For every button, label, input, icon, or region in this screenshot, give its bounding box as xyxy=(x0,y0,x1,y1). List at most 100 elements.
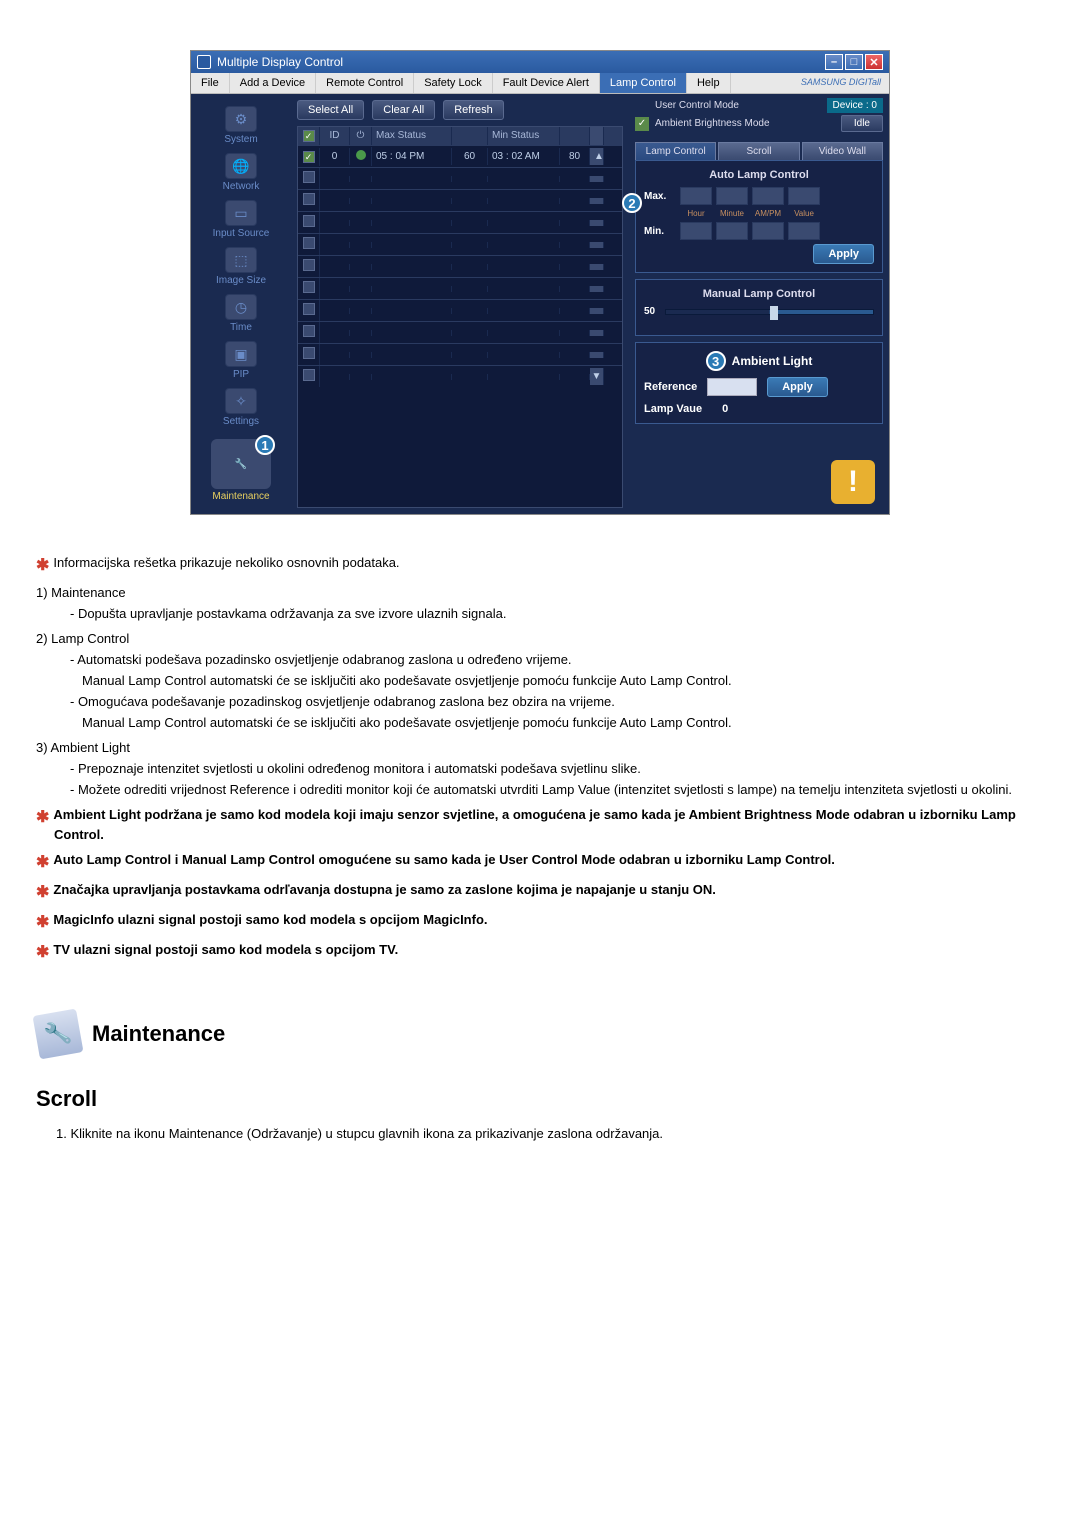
tab-lamp-control[interactable]: Lamp Control xyxy=(635,142,716,160)
manual-lamp-value: 50 xyxy=(644,306,655,317)
menu-add-device[interactable]: Add a Device xyxy=(230,73,316,93)
document-body: ✱ Informacijska rešetka prikazuje nekolik… xyxy=(36,555,1044,1141)
row-checkbox[interactable] xyxy=(303,281,315,293)
header-checkbox[interactable] xyxy=(303,130,315,142)
sidebar-item-image-size[interactable]: ⬚ Image Size xyxy=(216,245,266,288)
sidebar: ⚙ System 🌐 Network ▭ Input Source ⬚ Imag… xyxy=(191,94,291,514)
ambient-light-section: 3 Ambient Light Reference Apply Lamp Vau… xyxy=(635,342,883,424)
sidebar-item-settings[interactable]: ✧ Settings xyxy=(223,386,259,429)
row-checkbox[interactable] xyxy=(303,303,315,315)
app-icon xyxy=(197,55,211,69)
row-checkbox[interactable] xyxy=(303,369,315,381)
sidebar-item-pip[interactable]: ▣ PIP xyxy=(225,339,257,382)
row-checkbox[interactable] xyxy=(303,347,315,359)
menu-safety-lock[interactable]: Safety Lock xyxy=(414,73,492,93)
scroll-heading: Scroll xyxy=(36,1086,1044,1112)
grid-scrollbar[interactable]: ▲ xyxy=(590,148,604,165)
mdc-screenshot: Multiple Display Control – □ ✕ File Add … xyxy=(190,50,890,515)
maintenance-section-icon: 🔧 xyxy=(33,1009,84,1060)
row-checkbox[interactable] xyxy=(303,171,315,183)
row-min-status: 03 : 02 AM xyxy=(488,148,560,165)
callout-3-badge: 3 xyxy=(706,351,726,371)
reference-select[interactable] xyxy=(707,378,757,396)
row-checkbox[interactable] xyxy=(303,259,315,271)
mode-checkbox-icon[interactable]: ✓ xyxy=(635,117,649,131)
row-checkbox[interactable] xyxy=(303,193,315,205)
tab-video-wall[interactable]: Video Wall xyxy=(802,142,883,160)
min-ampm-input[interactable] xyxy=(752,222,784,240)
row-checkbox[interactable] xyxy=(303,151,315,163)
sidebar-item-label: Maintenance xyxy=(212,491,269,502)
manual-lamp-slider[interactable] xyxy=(665,309,874,315)
sidebar-item-maintenance[interactable]: 🔧 1 Maintenance xyxy=(211,433,271,504)
max-hour-input[interactable] xyxy=(680,187,712,205)
col-id-header: ID xyxy=(320,127,350,145)
select-all-button[interactable]: Select All xyxy=(297,100,364,120)
note-text: Značajka upravljanja postavkama odrľavan… xyxy=(53,882,715,897)
note-text: TV ulazni signal postoji samo kod modela… xyxy=(53,942,398,957)
maximize-icon[interactable]: □ xyxy=(845,54,863,70)
window-title: Multiple Display Control xyxy=(217,55,343,69)
menu-remote-control[interactable]: Remote Control xyxy=(316,73,414,93)
min-minute-input[interactable] xyxy=(716,222,748,240)
row-checkbox[interactable] xyxy=(303,237,315,249)
col-max-status-header: Max Status xyxy=(372,127,452,145)
bullet: - Automatski podešava pozadinsko osvjetl… xyxy=(70,652,1044,667)
sidebar-item-input-source[interactable]: ▭ Input Source xyxy=(213,198,270,241)
idle-status-badge: Idle xyxy=(841,115,883,132)
note-text: MagicInfo ulazni signal postoji samo kod… xyxy=(53,912,487,927)
ambient-apply-button[interactable]: Apply xyxy=(767,377,828,397)
note-text: Auto Lamp Control i Manual Lamp Control … xyxy=(53,852,835,867)
system-icon: ⚙ xyxy=(225,106,257,132)
time-icon: ◷ xyxy=(225,294,257,320)
star-icon: ✱ xyxy=(36,944,49,961)
bullet: - Možete odrediti vrijednost Reference i… xyxy=(70,782,1044,797)
callout-1-badge: 1 xyxy=(255,435,275,455)
close-icon[interactable]: ✕ xyxy=(865,54,883,70)
menu-lamp-control[interactable]: Lamp Control xyxy=(600,73,687,93)
heading-maintenance: 1) Maintenance xyxy=(36,585,1044,600)
lamp-value: 0 xyxy=(722,403,728,415)
reference-label: Reference xyxy=(644,381,697,393)
bullet: - Prepoznaje intenzitet svjetlosti u oko… xyxy=(70,761,1044,776)
sidebar-item-system[interactable]: ⚙ System xyxy=(224,104,257,147)
max-ampm-input[interactable] xyxy=(752,187,784,205)
star-icon: ✱ xyxy=(36,884,49,901)
auto-lamp-section: 2 Auto Lamp Control Max. Hour Minute AM/… xyxy=(635,160,883,273)
minimize-icon[interactable]: – xyxy=(825,54,843,70)
row-checkbox[interactable] xyxy=(303,325,315,337)
menu-fault-device-alert[interactable]: Fault Device Alert xyxy=(493,73,600,93)
row-checkbox[interactable] xyxy=(303,215,315,227)
intro-text: Informacijska rešetka prikazuje nekoliko… xyxy=(53,555,399,570)
sidebar-item-time[interactable]: ◷ Time xyxy=(225,292,257,335)
sidebar-item-label: Time xyxy=(230,322,252,333)
menu-help[interactable]: Help xyxy=(687,73,731,93)
grid-scrollbar-header xyxy=(590,127,604,145)
sidebar-item-label: Image Size xyxy=(216,275,266,286)
menu-file[interactable]: File xyxy=(191,73,230,93)
warning-icon: ! xyxy=(831,460,875,504)
min-hour-input[interactable] xyxy=(680,222,712,240)
max-value-input[interactable] xyxy=(788,187,820,205)
manual-lamp-title: Manual Lamp Control xyxy=(644,288,874,300)
col-power-header: ⏻ xyxy=(350,127,372,145)
tab-scroll[interactable]: Scroll xyxy=(718,142,799,160)
sidebar-item-network[interactable]: 🌐 Network xyxy=(223,151,260,194)
maintenance-icon: 🔧 1 xyxy=(211,439,271,489)
max-minute-input[interactable] xyxy=(716,187,748,205)
heading-ambient-light: 3) Ambient Light xyxy=(36,740,1044,755)
star-icon: ✱ xyxy=(36,557,49,574)
clear-all-button[interactable]: Clear All xyxy=(372,100,435,120)
device-count-badge: Device : 0 xyxy=(827,98,883,113)
auto-lamp-apply-button[interactable]: Apply xyxy=(813,244,874,264)
maintenance-heading: Maintenance xyxy=(92,1021,225,1047)
min-value-input[interactable] xyxy=(788,222,820,240)
sidebar-item-label: System xyxy=(224,134,257,145)
image-size-icon: ⬚ xyxy=(225,247,257,273)
brand-logo: SAMSUNG DIGITall xyxy=(793,73,889,93)
table-row[interactable]: 0 05 : 04 PM 60 03 : 02 AM 80 ▲ xyxy=(298,145,622,167)
slider-thumb-icon[interactable] xyxy=(770,306,778,320)
refresh-button[interactable]: Refresh xyxy=(443,100,504,120)
star-icon: ✱ xyxy=(36,914,49,931)
menubar: File Add a Device Remote Control Safety … xyxy=(191,73,889,94)
